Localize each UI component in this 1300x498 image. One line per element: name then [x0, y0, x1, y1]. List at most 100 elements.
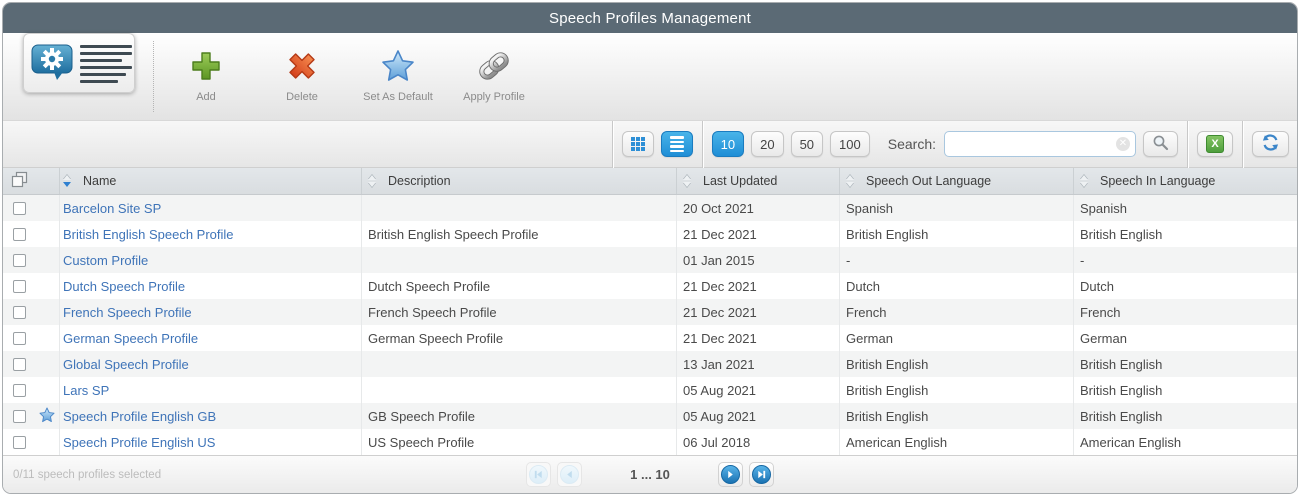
column-header-last-updated[interactable]: Last Updated: [676, 168, 839, 194]
column-header-description[interactable]: Description: [361, 168, 676, 194]
add-button[interactable]: Add: [158, 45, 254, 107]
next-page-button[interactable]: [717, 462, 743, 487]
sort-arrows-icon: [683, 175, 691, 187]
page-title: Speech Profiles Management: [549, 9, 751, 27]
table-row: French Speech Profile French Speech Prof…: [3, 299, 1297, 325]
row-checkbox[interactable]: [12, 357, 26, 371]
page-indicator: 1 ... 10: [630, 467, 670, 482]
search-input[interactable]: [944, 131, 1136, 157]
table-row: Lars SP 05 Aug 2021 British English Brit…: [3, 377, 1297, 403]
app-logo: [23, 33, 135, 93]
row-speech-in: British English: [1073, 351, 1297, 377]
grid-view-button[interactable]: [621, 131, 654, 157]
row-name-link[interactable]: French Speech Profile: [63, 305, 192, 320]
apply-profile-button-label: Apply Profile: [463, 91, 525, 103]
apply-profile-button[interactable]: Apply Profile: [446, 45, 542, 107]
pagination: 1 ... 10: [3, 462, 1297, 487]
table-row: German Speech Profile German Speech Prof…: [3, 325, 1297, 351]
row-name-link[interactable]: Speech Profile English US: [63, 435, 215, 450]
page-size-50-button[interactable]: 50: [790, 131, 824, 157]
sort-arrows-icon: [1080, 175, 1088, 187]
refresh-button[interactable]: [1252, 131, 1289, 157]
row-last-updated: 21 Dec 2021: [676, 273, 839, 299]
row-speech-in: American English: [1073, 429, 1297, 455]
clear-search-icon[interactable]: ✕: [1116, 137, 1130, 151]
set-as-default-button-label: Set As Default: [363, 91, 433, 103]
delete-button-label: Delete: [286, 91, 318, 103]
row-name-link[interactable]: German Speech Profile: [63, 331, 198, 346]
first-page-icon: [529, 465, 549, 484]
row-speech-out: German: [839, 325, 1073, 351]
row-name-link[interactable]: Speech Profile English GB: [63, 409, 216, 424]
row-checkbox[interactable]: [12, 227, 26, 241]
table-row: British English Speech Profile British E…: [3, 221, 1297, 247]
refresh-icon: [1261, 133, 1280, 155]
list-controls-bar: 10 20 50 100 Search: ✕ X: [3, 120, 1297, 168]
row-name-link[interactable]: Global Speech Profile: [63, 357, 189, 372]
row-last-updated: 20 Oct 2021: [676, 195, 839, 221]
search-submit-button[interactable]: [1143, 131, 1178, 157]
row-speech-out: British English: [839, 221, 1073, 247]
column-header-name[interactable]: Name: [59, 168, 361, 194]
row-checkbox[interactable]: [12, 305, 26, 319]
row-last-updated: 06 Jul 2018: [676, 429, 839, 455]
table-row: Barcelon Site SP 20 Oct 2021 Spanish Spa…: [3, 195, 1297, 221]
row-speech-in: British English: [1073, 403, 1297, 429]
list-view-button[interactable]: [660, 131, 693, 157]
page-size-100-button[interactable]: 100: [830, 131, 870, 157]
page-size-20-button[interactable]: 20: [751, 131, 784, 157]
row-name-link[interactable]: Custom Profile: [63, 253, 148, 268]
row-speech-out: Dutch: [839, 273, 1073, 299]
star-icon: [381, 49, 415, 86]
table-body: Barcelon Site SP 20 Oct 2021 Spanish Spa…: [3, 195, 1297, 455]
row-name-link[interactable]: Lars SP: [63, 383, 109, 398]
row-description: GB Speech Profile: [361, 403, 676, 429]
column-header-speech-in[interactable]: Speech In Language: [1073, 168, 1297, 194]
sort-arrows-icon: [368, 175, 376, 187]
last-page-button[interactable]: [748, 462, 774, 487]
row-checkbox[interactable]: [12, 409, 26, 423]
export-excel-button[interactable]: X: [1197, 131, 1233, 157]
row-checkbox[interactable]: [12, 383, 26, 397]
row-name-link[interactable]: British English Speech Profile: [63, 227, 234, 242]
row-checkbox[interactable]: [12, 435, 26, 449]
select-all-button[interactable]: [11, 171, 28, 191]
speech-profiles-window: Speech Profiles Management Add Delete Se…: [2, 2, 1298, 494]
row-description: [361, 247, 676, 273]
first-page-button[interactable]: [526, 462, 552, 487]
page-size-10-button[interactable]: 10: [711, 131, 745, 157]
row-last-updated: 13 Jan 2021: [676, 351, 839, 377]
row-checkbox[interactable]: [12, 331, 26, 345]
chain-link-icon: [477, 49, 511, 86]
row-name-link[interactable]: Barcelon Site SP: [63, 201, 161, 216]
table-row: Speech Profile English GB GB Speech Prof…: [3, 403, 1297, 429]
row-name-link[interactable]: Dutch Speech Profile: [63, 279, 185, 294]
row-speech-out: British English: [839, 377, 1073, 403]
row-speech-in: -: [1073, 247, 1297, 273]
row-speech-in: Spanish: [1073, 195, 1297, 221]
row-checkbox[interactable]: [12, 253, 26, 267]
row-last-updated: 21 Dec 2021: [676, 325, 839, 351]
row-last-updated: 21 Dec 2021: [676, 221, 839, 247]
plus-icon: [189, 49, 223, 86]
table-row: Global Speech Profile 13 Jan 2021 Britis…: [3, 351, 1297, 377]
row-speech-in: Dutch: [1073, 273, 1297, 299]
row-speech-out: British English: [839, 403, 1073, 429]
window-titlebar: Speech Profiles Management: [3, 3, 1297, 33]
set-as-default-button[interactable]: Set As Default: [350, 45, 446, 107]
table-row: Dutch Speech Profile Dutch Speech Profil…: [3, 273, 1297, 299]
row-checkbox[interactable]: [12, 201, 26, 215]
row-checkbox[interactable]: [12, 279, 26, 293]
row-description: German Speech Profile: [361, 325, 676, 351]
delete-button[interactable]: Delete: [254, 45, 350, 107]
column-header-speech-out[interactable]: Speech Out Language: [839, 168, 1073, 194]
row-description: Dutch Speech Profile: [361, 273, 676, 299]
search-label: Search:: [887, 136, 936, 152]
default-star-icon: [39, 406, 55, 426]
add-button-label: Add: [196, 91, 216, 103]
previous-page-icon: [560, 465, 580, 484]
table-header: Name Description Last Updated Speech Out…: [3, 168, 1297, 195]
speech-bubble-gear-icon: [30, 41, 74, 86]
row-speech-out: -: [839, 247, 1073, 273]
previous-page-button[interactable]: [557, 462, 583, 487]
